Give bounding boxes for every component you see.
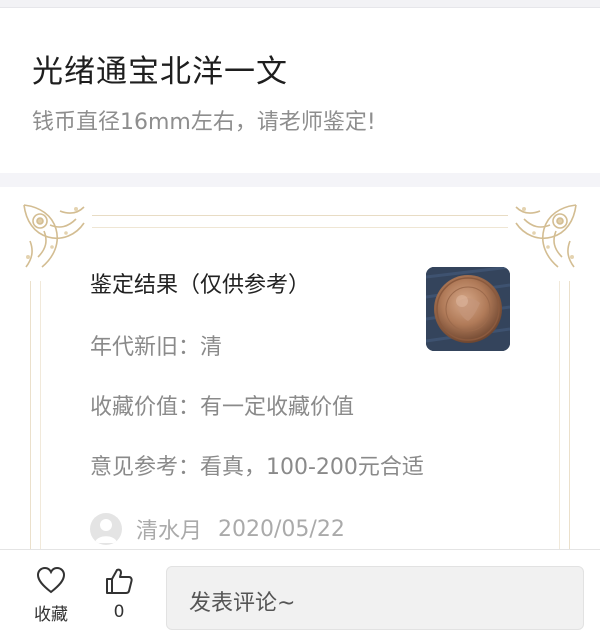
appraiser-name[interactable]: 清水月 bbox=[136, 513, 202, 545]
avatar-icon[interactable] bbox=[90, 513, 122, 545]
ornament-corner-icon bbox=[23, 204, 85, 268]
ornament-corner-icon bbox=[515, 204, 577, 268]
post-title: 光绪通宝北洋一文 bbox=[32, 54, 288, 90]
like-button[interactable]: 0 bbox=[94, 566, 144, 622]
bottom-action-bar: 收藏 0 发表评论~ bbox=[0, 549, 600, 643]
certificate-border bbox=[22, 201, 578, 549]
favorite-label: 收藏 bbox=[34, 605, 68, 625]
thumbs-up-icon bbox=[106, 568, 133, 594]
coin-photo[interactable] bbox=[426, 267, 510, 351]
post-header: 光绪通宝北洋一文 钱币直径16mm左右，请老师鉴定! bbox=[0, 8, 600, 173]
section-separator bbox=[0, 173, 600, 187]
appraiser-info: 清水月 2020/05/22 bbox=[90, 513, 345, 545]
appraisal-heading: 鉴定结果（仅供参考） bbox=[90, 273, 311, 298]
appraisal-opinion: 意见参考：看真，100-200元合适 bbox=[90, 455, 424, 480]
appraisal-date: 2020/05/22 bbox=[218, 516, 345, 542]
comment-input[interactable]: 发表评论~ bbox=[166, 566, 584, 630]
post-description: 钱币直径16mm左右，请老师鉴定! bbox=[32, 110, 376, 135]
heart-icon bbox=[36, 566, 66, 594]
like-count: 0 bbox=[113, 602, 125, 622]
appraisal-value: 收藏价值：有一定收藏价值 bbox=[90, 395, 355, 420]
appraisal-era: 年代新旧：清 bbox=[90, 335, 223, 360]
favorite-button[interactable]: 收藏 bbox=[26, 566, 76, 625]
appraisal-certificate: 鉴定结果（仅供参考） 年代新旧：清 收藏价值：有一定收藏价值 意见参考：看真，1… bbox=[0, 187, 600, 549]
top-divider bbox=[0, 0, 600, 8]
